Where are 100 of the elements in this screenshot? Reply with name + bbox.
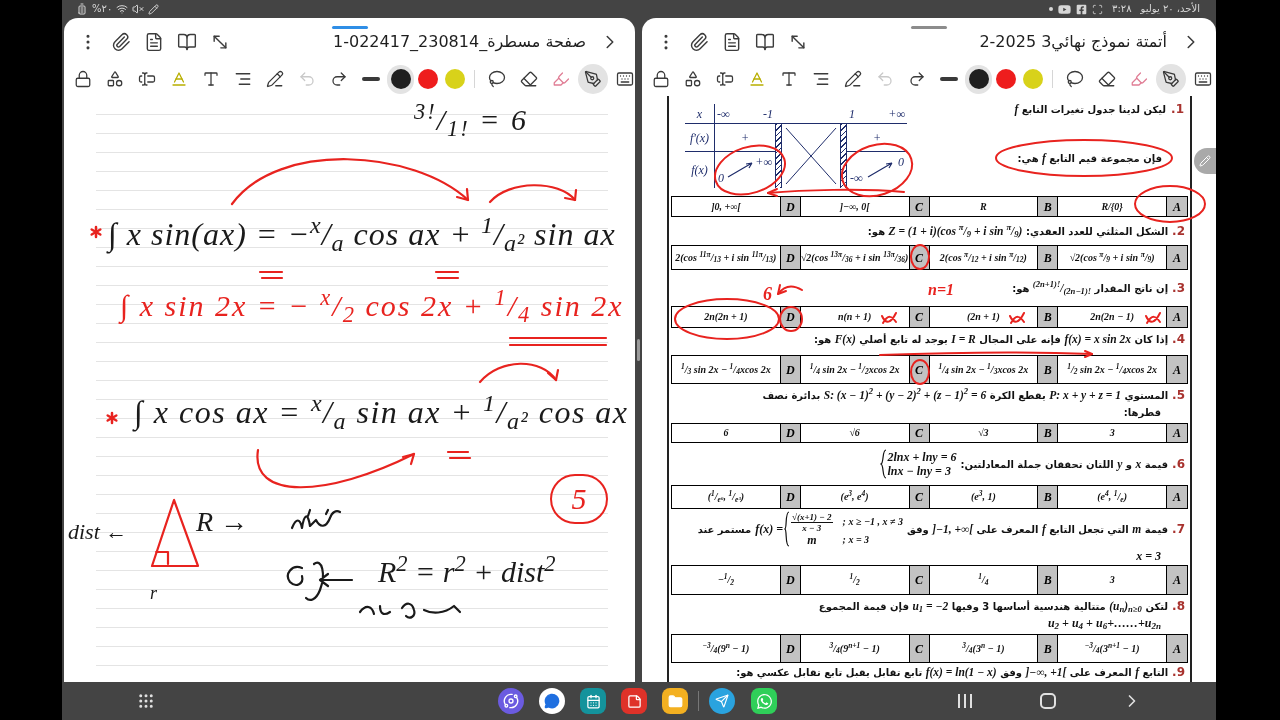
video-play-icon [1058, 2, 1072, 16]
letter-t-icon[interactable] [202, 70, 220, 88]
text-cursor-icon[interactable] [716, 70, 734, 88]
answer-text: 2n(2n + 1) [704, 310, 748, 324]
highlighter-icon[interactable] [552, 70, 570, 88]
answer-letter-cell: B [1037, 566, 1059, 594]
question-number: 9. [1172, 665, 1185, 680]
handwritten-formula: dist ← [68, 518, 128, 546]
question-number: 8. [1172, 599, 1185, 614]
answer-text: $^{1}$/$_{4}$ sin 2x − $^{1}$/$_{3}$xcos 2x [938, 362, 1029, 377]
hatched-bar-drawing [840, 124, 847, 188]
tool-button[interactable] [1156, 64, 1186, 94]
handwritten-cross [1009, 312, 1025, 324]
question-number: 5. [1172, 387, 1185, 403]
answer-text: $^{−3}$/$_{4}$(3$^{n+1}$ − 1) [1084, 641, 1140, 656]
pencil-line-icon[interactable] [844, 70, 862, 88]
keyboard-icon[interactable] [616, 70, 634, 88]
tool-button[interactable] [578, 64, 608, 94]
color-swatch-icon[interactable] [417, 69, 438, 89]
handwritten-formula: ∫ x cos ax = $^{x}$/$_{a}$ sin ax + $^{1}$/$_{a²}$ cos ax [134, 392, 629, 434]
table-value: -∞ [717, 107, 730, 120]
pencil-line-icon[interactable] [266, 70, 284, 88]
book-icon[interactable] [755, 32, 775, 52]
phone-bubble-icon[interactable] [751, 688, 777, 714]
answer-letter-cell: B [1037, 197, 1059, 216]
redo-icon[interactable] [330, 70, 348, 88]
paperclip-icon[interactable] [111, 32, 131, 52]
answer-letter-cell: C [908, 197, 930, 216]
handwritten-cross [881, 312, 897, 324]
handwritten-note: 6 [763, 285, 772, 303]
eraser-icon[interactable] [1098, 70, 1116, 88]
answer-text: (e$^{4}$, $^{1}$/$_{e}$) [1097, 490, 1127, 504]
highlighter-icon[interactable] [1130, 70, 1148, 88]
answer-text: $^{1}$/$_{3}$ sin 2x − $^{1}$/$_{4}$xcos 2x [681, 362, 771, 377]
orbit-icon[interactable] [498, 688, 524, 714]
window-drag-handle[interactable] [911, 26, 947, 29]
window-drag-handle[interactable] [331, 26, 368, 29]
double-underline-drawing [446, 450, 472, 460]
recents-icon[interactable] [956, 693, 974, 709]
answer-letter-cell: C [908, 424, 930, 442]
keyboard-icon[interactable] [1194, 70, 1212, 88]
answer-letter-cell: D [779, 356, 801, 383]
paper-plane-icon[interactable] [709, 688, 735, 714]
question-number: 3. [1172, 280, 1185, 296]
shapes-icon[interactable] [106, 70, 124, 88]
expand-icon[interactable] [210, 32, 230, 52]
redo-icon[interactable] [908, 70, 926, 88]
calendar-icon[interactable] [580, 688, 606, 714]
answer-text: ($^{1}$/$_{e⁶}$, $^{1}$/$_{e³}$) [707, 490, 744, 504]
color-swatch-icon[interactable] [1022, 69, 1043, 89]
double-underline-drawing [258, 270, 284, 280]
answer-text: √2(cos $^{13π}$/$_{36}$ + i sin $^{13π}$/$_{36}$) [800, 250, 909, 265]
table-value: +∞ [755, 156, 772, 168]
handwritten-formula: r [150, 582, 157, 605]
folder-icon[interactable] [662, 688, 688, 714]
align-lines-icon[interactable] [812, 70, 830, 88]
document-icon[interactable] [722, 32, 742, 52]
handwritten-formula: ∫ x sin(ax) = −$^{x}$/$_{a}$ cos ax + $^{1}$/$_{a²}$ sin ax [108, 214, 616, 256]
answer-text: 6 [723, 426, 729, 440]
color-swatch-icon[interactable] [995, 69, 1016, 89]
document-icon[interactable] [144, 32, 164, 52]
table-value: 0 [718, 172, 724, 184]
answer-text: ]0, +∞[ [711, 199, 741, 214]
split-handle[interactable] [637, 339, 640, 361]
pen-icon [148, 3, 160, 15]
answer-text: $^{3}$/$_{4}$(9$^{n+1}$ − 1) [829, 641, 880, 656]
table-value: -∞ [850, 172, 863, 184]
answer-text: 2(cos $^{π}$/$_{12}$ + i sin $^{π}$/$_{12}$) [939, 250, 1027, 265]
color-button[interactable] [387, 64, 414, 94]
color-swatch-icon[interactable] [444, 69, 465, 89]
lasso-icon[interactable] [488, 70, 506, 88]
handwritten-scribble-drawing [286, 561, 354, 602]
book-icon[interactable] [177, 32, 197, 52]
answer-text: $^{1}$/$_{4}$ sin 2x − $^{1}$/$_{2}$xcos 2x [809, 362, 900, 377]
letter-t-icon[interactable] [780, 70, 798, 88]
formula-text: 2lnx + lny = 6 [887, 450, 957, 464]
shapes-icon[interactable] [684, 70, 702, 88]
table-value: +∞ [888, 107, 905, 120]
question-number: 1. [1171, 102, 1184, 117]
formula-text: x = 3 [1136, 549, 1161, 563]
notepad-icon[interactable] [621, 688, 647, 714]
text-cursor-icon[interactable] [138, 70, 156, 88]
home-icon[interactable] [1039, 692, 1057, 710]
align-lines-icon[interactable] [234, 70, 252, 88]
formula-text: √(x+1) − 2 x − 3 [791, 511, 833, 533]
eraser-icon[interactable] [520, 70, 538, 88]
expand-icon[interactable] [788, 32, 808, 52]
lock-icon[interactable] [74, 70, 92, 88]
answer-text: (2n + 1) [966, 310, 1000, 324]
double-underline-drawing [434, 270, 460, 280]
answer-text: 3 [1109, 426, 1115, 440]
app-grid-icon[interactable] [137, 692, 155, 710]
arrow-icon [867, 162, 894, 178]
color-button[interactable] [965, 64, 992, 94]
chat-bubble-icon[interactable] [539, 688, 565, 714]
lock-icon[interactable] [652, 70, 670, 88]
window-title: أتمتة نموذج نهائي3 2025-2 [979, 30, 1167, 54]
lasso-icon[interactable] [1066, 70, 1084, 88]
paperclip-icon[interactable] [689, 32, 709, 52]
table-value: + [740, 131, 750, 144]
